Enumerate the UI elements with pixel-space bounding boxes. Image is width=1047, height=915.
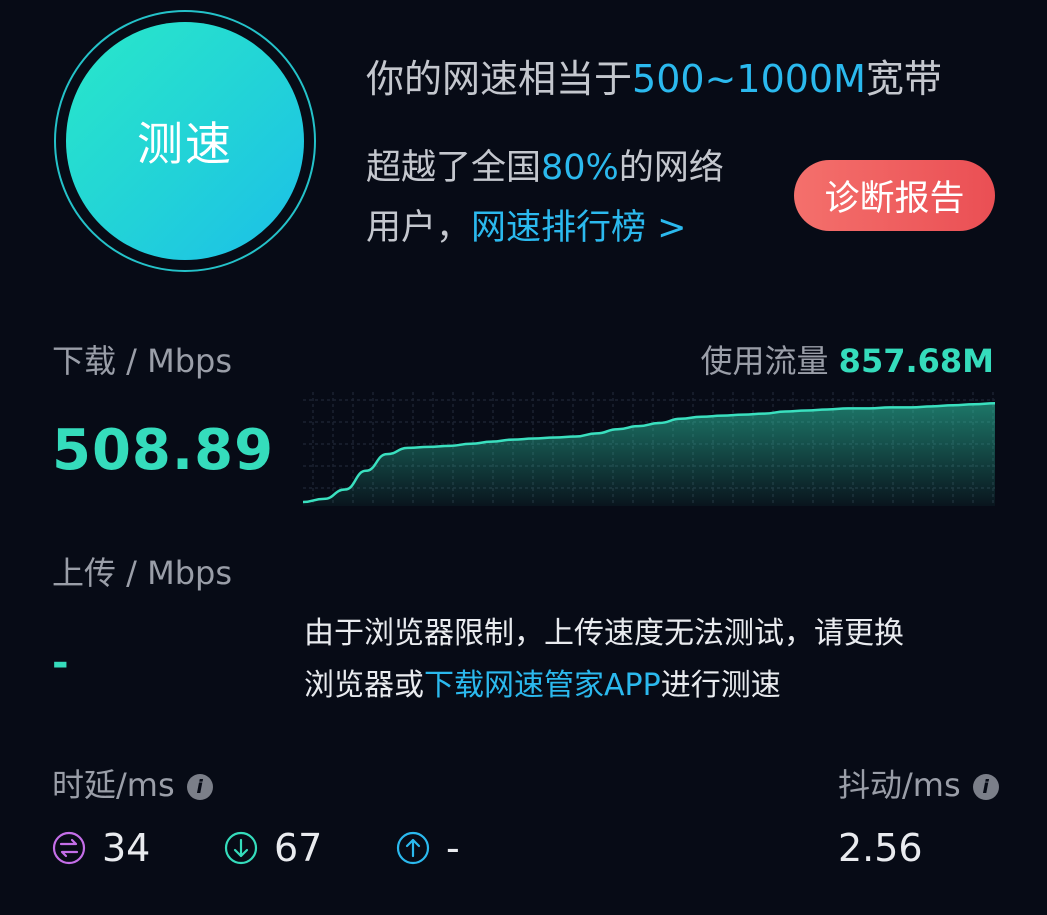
arrow-down-circle-icon	[224, 831, 258, 865]
download-value: 508.89	[52, 418, 275, 483]
headline-prefix: 你的网速相当于	[366, 57, 633, 101]
speedtest-button-label: 测速	[137, 117, 233, 171]
beat-suffix: 的网络	[618, 148, 724, 188]
latency-upload: -	[396, 826, 460, 870]
notice-line2-prefix: 浏览器或	[304, 668, 424, 703]
jitter-header: 抖动/ms i	[838, 760, 999, 806]
upload-value: -	[52, 640, 69, 686]
notice-line1: 由于浏览器限制，上传速度无法测试，请更换	[304, 616, 904, 651]
latency-download: 67	[224, 826, 322, 870]
beat-prefix: 超越了全国	[366, 148, 542, 188]
jitter-label: 抖动/ms	[838, 766, 961, 804]
latency-download-value: 67	[274, 826, 323, 870]
ranking-link[interactable]: 网速排行榜 >	[471, 208, 686, 248]
traffic-used: 使用流量 857.68M	[700, 336, 994, 382]
notice-line2-suffix: 进行测速	[660, 668, 781, 703]
beat-text: 超越了全国80%的网络 用户，网速排行榜 >	[366, 138, 724, 258]
latency-idle: 34	[52, 826, 150, 870]
latency-header: 时延/ms i	[52, 760, 213, 806]
jitter-info-icon[interactable]: i	[972, 774, 999, 800]
jitter-metric: 2.56	[838, 826, 923, 870]
latency-info-icon[interactable]: i	[186, 774, 213, 800]
download-app-link[interactable]: 下载网速管家APP	[424, 668, 661, 703]
latency-label: 时延/ms	[52, 766, 175, 804]
speedtest-button[interactable]: 测速	[66, 22, 304, 260]
download-label: 下载 / Mbps	[52, 342, 233, 380]
upload-label: 上传 / Mbps	[52, 554, 233, 592]
result-headline: 你的网速相当于500~1000M宽带	[366, 48, 942, 103]
download-speed-chart	[303, 392, 995, 506]
diagnose-report-button[interactable]: 诊断报告	[794, 160, 995, 231]
jitter-value: 2.56	[838, 826, 923, 870]
browser-limit-notice: 由于浏览器限制，上传速度无法测试，请更换 浏览器或下载网速管家APP进行测速	[304, 608, 904, 712]
traffic-label: 使用流量	[700, 342, 829, 380]
beat-percent: 80%	[541, 148, 619, 188]
diagnose-report-label: 诊断报告	[824, 179, 965, 219]
swap-arrows-icon	[52, 831, 86, 865]
traffic-value: 857.68M	[838, 342, 994, 380]
latency-upload-value: -	[446, 826, 460, 870]
headline-range: 500~1000M	[632, 57, 866, 101]
headline-suffix: 宽带	[865, 57, 942, 101]
latency-idle-value: 34	[102, 826, 151, 870]
chart-area-fill	[303, 403, 995, 506]
beat-line2: 用户，	[366, 208, 472, 248]
arrow-up-circle-icon	[396, 831, 430, 865]
